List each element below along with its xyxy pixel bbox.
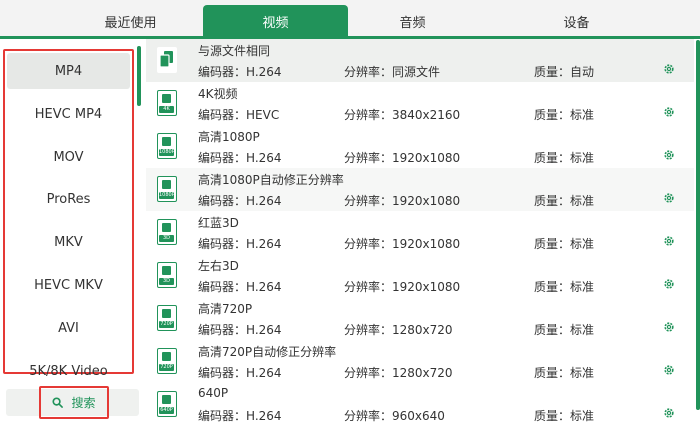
3d-video-icon: 3D — [157, 262, 177, 288]
preset-name: 高清1080P自动修正分辨率 — [198, 173, 344, 187]
preset-row-1080p[interactable]: 1080P 高清1080P 编码器：H.264 分辨率：1920x1080 质量… — [146, 125, 694, 168]
preset-quality: 质量：标准 — [534, 194, 595, 208]
gear-icon[interactable] — [663, 106, 675, 118]
preset-encoder: 编码器：H.264 — [198, 237, 282, 251]
preset-row-720p-auto[interactable]: 720P 高清720P自动修正分辨率 编码器：H.264 分辨率：1280x72… — [146, 340, 694, 383]
preset-encoder: 编码器：H.264 — [198, 366, 282, 380]
720p-video-icon: 720P — [157, 305, 177, 331]
preset-name: 红蓝3D — [198, 216, 239, 230]
preset-name: 高清720P — [198, 302, 253, 316]
gear-icon[interactable] — [663, 364, 675, 376]
720p-video-icon: 720P — [157, 348, 177, 374]
gear-icon[interactable] — [663, 407, 675, 419]
preset-resolution: 分辨率：960x640 — [344, 409, 445, 423]
640p-video-icon: 640P — [157, 391, 177, 417]
preset-quality: 质量：自动 — [534, 65, 595, 79]
tab-recent[interactable]: 最近使用 — [58, 5, 203, 38]
preset-row-4k[interactable]: 4K 4K视频 编码器：HEVC 分辨率：3840x2160 质量：标准 — [146, 82, 694, 125]
preset-resolution: 分辨率：1280x720 — [344, 323, 453, 337]
gear-icon[interactable] — [663, 278, 675, 290]
preset-resolution: 分辨率：1280x720 — [344, 366, 453, 380]
sidebar-scrollbar[interactable] — [137, 46, 141, 106]
preset-name: 高清1080P — [198, 130, 260, 144]
category-hevc-mp4[interactable]: HEVC MP4 — [7, 96, 130, 132]
preset-encoder: 编码器：H.264 — [198, 151, 282, 165]
1080p-video-icon: 1080P — [157, 133, 177, 159]
preset-resolution: 分辨率：同源文件 — [344, 65, 441, 79]
4k-video-icon: 4K — [157, 90, 177, 116]
preset-name: 高清720P自动修正分辨率 — [198, 345, 337, 359]
category-hevc-mkv[interactable]: HEVC MKV — [7, 267, 130, 303]
preset-quality: 质量：标准 — [534, 366, 595, 380]
preset-quality: 质量：标准 — [534, 280, 595, 294]
gear-icon[interactable] — [663, 149, 675, 161]
tab-device[interactable]: 设备 — [504, 5, 649, 38]
preset-encoder: 编码器：H.264 — [198, 323, 282, 337]
preset-name: 与源文件相同 — [198, 44, 271, 58]
preset-resolution: 分辨率：3840x2160 — [344, 108, 461, 122]
preset-quality: 质量：标准 — [534, 108, 595, 122]
preset-row-1080p-auto[interactable]: 1080P 高清1080P自动修正分辨率 编码器：H.264 分辨率：1920x… — [146, 168, 694, 211]
preset-name: 640P — [198, 386, 229, 400]
search-label: 搜索 — [71, 396, 96, 410]
gear-icon[interactable] — [663, 321, 675, 333]
format-tab-bar: 最近使用 视频 音频 设备 — [0, 0, 700, 39]
preset-row-720p[interactable]: 720P 高清720P 编码器：H.264 分辨率：1280x720 质量：标准 — [146, 297, 694, 340]
preset-encoder: 编码器：H.264 — [198, 65, 282, 79]
1080p-video-icon: 1080P — [157, 176, 177, 202]
preset-resolution: 分辨率：1920x1080 — [344, 237, 461, 251]
category-mkv[interactable]: MKV — [7, 224, 130, 260]
gear-icon[interactable] — [663, 63, 675, 75]
preset-resolution: 分辨率：1920x1080 — [344, 151, 461, 165]
preset-encoder: 编码器：HEVC — [198, 108, 280, 122]
preset-row-anaglyph-3d[interactable]: 3D 红蓝3D 编码器：H.264 分辨率：1920x1080 质量：标准 — [146, 211, 694, 254]
preset-quality: 质量：标准 — [534, 409, 595, 423]
preset-quality: 质量：标准 — [534, 323, 595, 337]
category-mp4[interactable]: MP4 — [7, 53, 130, 89]
preset-quality: 质量：标准 — [534, 151, 595, 165]
preset-quality: 质量：标准 — [534, 237, 595, 251]
preset-row-same-as-source[interactable]: 与源文件相同 编码器：H.264 分辨率：同源文件 质量：自动 — [146, 39, 694, 82]
preset-row-640p[interactable]: 640P 640P 编码器：H.264 分辨率：960x640 质量：标准 — [146, 383, 694, 425]
category-list: MP4 HEVC MP4 MOV ProRes MKV HEVC MKV AVI… — [3, 49, 134, 379]
preset-resolution: 分辨率：1920x1080 — [344, 280, 461, 294]
preset-encoder: 编码器：H.264 — [198, 194, 282, 208]
search-icon — [52, 397, 64, 408]
preset-name: 左右3D — [198, 259, 239, 273]
category-5k-8k-video[interactable]: 5K/8K Video — [7, 353, 130, 389]
preset-encoder: 编码器：H.264 — [198, 280, 282, 294]
preset-list-scrollbar[interactable] — [696, 40, 700, 410]
category-mov[interactable]: MOV — [7, 139, 130, 175]
preset-name: 4K视频 — [198, 87, 238, 101]
preset-encoder: 编码器：H.264 — [198, 409, 282, 423]
3d-video-icon: 3D — [157, 219, 177, 245]
tab-video[interactable]: 视频 — [203, 5, 348, 38]
preset-list: 与源文件相同 编码器：H.264 分辨率：同源文件 质量：自动 4K 4K视频 … — [146, 39, 700, 425]
file-copy-icon — [157, 47, 177, 73]
gear-icon[interactable] — [663, 192, 675, 204]
category-prores[interactable]: ProRes — [7, 181, 130, 217]
search-button[interactable]: 搜索 — [39, 386, 109, 419]
preset-row-side-by-side-3d[interactable]: 3D 左右3D 编码器：H.264 分辨率：1920x1080 质量：标准 — [146, 254, 694, 297]
tab-audio[interactable]: 音频 — [340, 5, 485, 38]
category-avi[interactable]: AVI — [7, 310, 130, 346]
gear-icon[interactable] — [663, 235, 675, 247]
preset-resolution: 分辨率：1920x1080 — [344, 194, 461, 208]
